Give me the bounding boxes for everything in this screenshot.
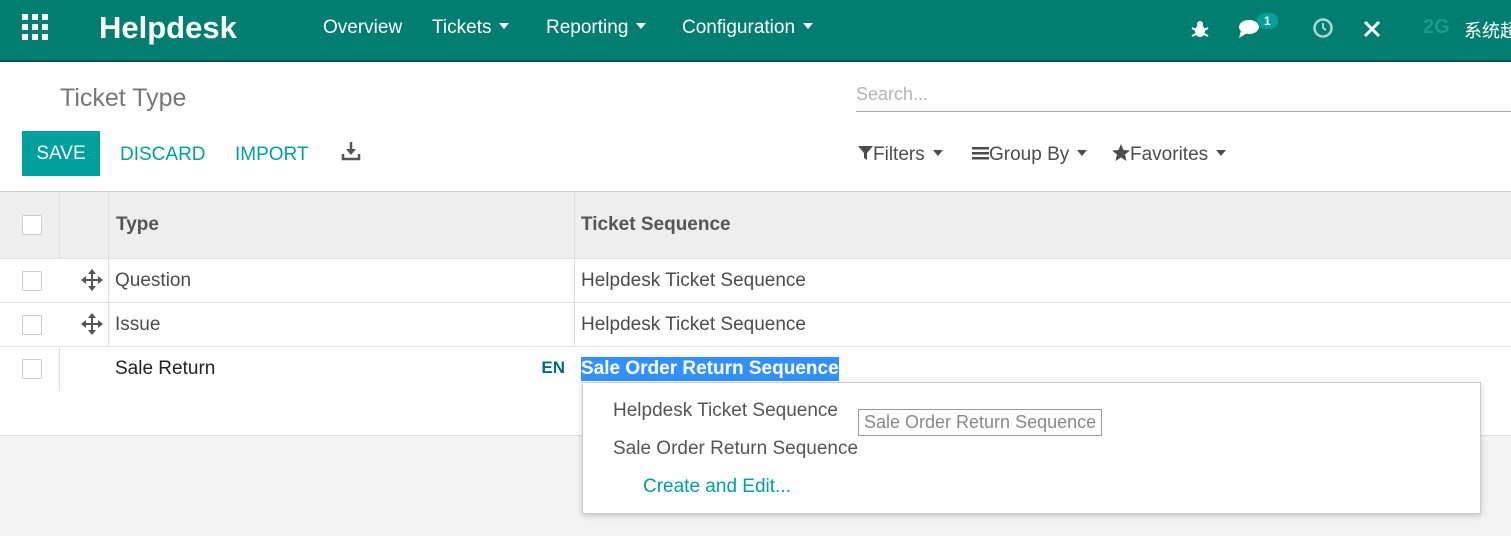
user-menu[interactable]: 系统超 [1464,17,1511,43]
discard-button[interactable]: DISCARD [120,144,206,166]
group-by-button[interactable]: Group By [972,144,1088,166]
menu-overview[interactable]: Overview [323,17,402,39]
type-input[interactable]: Sale Return EN [109,347,575,392]
ticket-type-table: Type Ticket Sequence Question Helpdesk T… [0,192,1511,392]
cell-sequence[interactable]: Helpdesk Ticket Sequence [581,303,806,346]
column-header-type[interactable]: Type [116,192,159,258]
menu-tickets[interactable]: Tickets [432,17,510,39]
select-all-checkbox[interactable] [22,215,42,235]
column-divider [574,259,575,302]
bug-icon[interactable] [1189,18,1211,40]
menu-configuration[interactable]: Configuration [682,17,814,39]
column-header-ticket-sequence[interactable]: Ticket Sequence [581,192,731,258]
menu-reporting[interactable]: Reporting [546,17,647,39]
column-divider [574,192,575,258]
translate-button[interactable]: EN [541,358,565,378]
star-icon [1112,144,1130,161]
message-count-badge: 1 [1257,13,1278,29]
table-header: Type Ticket Sequence [0,192,1511,259]
cell-sequence[interactable]: Helpdesk Ticket Sequence [581,259,806,302]
favorites-button[interactable]: Favorites [1112,144,1227,166]
column-divider [108,259,109,302]
download-icon[interactable] [341,140,361,162]
tooltip: Sale Order Return Sequence [858,409,1103,436]
dropdown-option[interactable]: Sale Order Return Sequence [613,438,858,460]
import-button[interactable]: IMPORT [235,144,309,166]
menu-configuration-label: Configuration [682,17,796,38]
drag-handle-icon[interactable] [81,269,103,291]
cell-type[interactable]: Issue [115,303,160,346]
drag-handle-icon[interactable] [81,313,103,335]
create-and-edit-link[interactable]: Create and Edit... [643,476,791,498]
search-input[interactable] [856,78,1511,112]
caret-down-icon [1216,150,1227,157]
column-divider [574,303,575,346]
cell-type[interactable]: Question [115,259,191,302]
dropdown-option[interactable]: Helpdesk Ticket Sequence [613,400,838,422]
type-input-value[interactable]: Sale Return [115,347,215,391]
save-button[interactable]: SAVE [22,131,100,176]
sequence-input-value[interactable]: Sale Order Return Sequence [581,357,839,381]
table-row[interactable]: Question Helpdesk Ticket Sequence [0,259,1511,303]
column-divider [108,192,109,258]
filters-label: Filters [873,144,925,165]
table-row[interactable]: Issue Helpdesk Ticket Sequence [0,303,1511,347]
menu-reporting-label: Reporting [546,17,629,38]
top-navbar: Helpdesk Overview Tickets Reporting Conf… [0,0,1511,62]
row-checkbox[interactable] [22,359,42,379]
app-brand[interactable]: Helpdesk [99,10,237,46]
caret-down-icon [1077,150,1088,157]
filter-icon [858,146,873,160]
sequence-dropdown: Helpdesk Ticket Sequence Sale Order Retu… [582,382,1481,514]
list-icon [972,147,989,160]
control-panel: Ticket Type SAVE DISCARD IMPORT Filters … [0,62,1511,192]
caret-down-icon [636,23,647,30]
filters-button[interactable]: Filters [858,144,943,166]
caret-down-icon [932,150,943,157]
tools-icon[interactable] [1362,19,1382,39]
apps-menu-icon[interactable] [22,14,50,42]
clock-icon[interactable] [1312,17,1334,39]
caret-down-icon [803,23,814,30]
page-title: Ticket Type [60,84,187,112]
menu-tickets-label: Tickets [432,17,492,38]
company-logo: 2G [1423,16,1450,38]
menu-overview-label: Overview [323,17,403,38]
favorites-label: Favorites [1130,144,1209,165]
caret-down-icon [499,23,510,30]
row-checkbox[interactable] [22,315,42,335]
group-by-label: Group By [989,144,1070,165]
column-divider [59,347,60,391]
column-divider [59,192,60,258]
column-divider [108,303,109,346]
row-checkbox[interactable] [22,271,42,291]
